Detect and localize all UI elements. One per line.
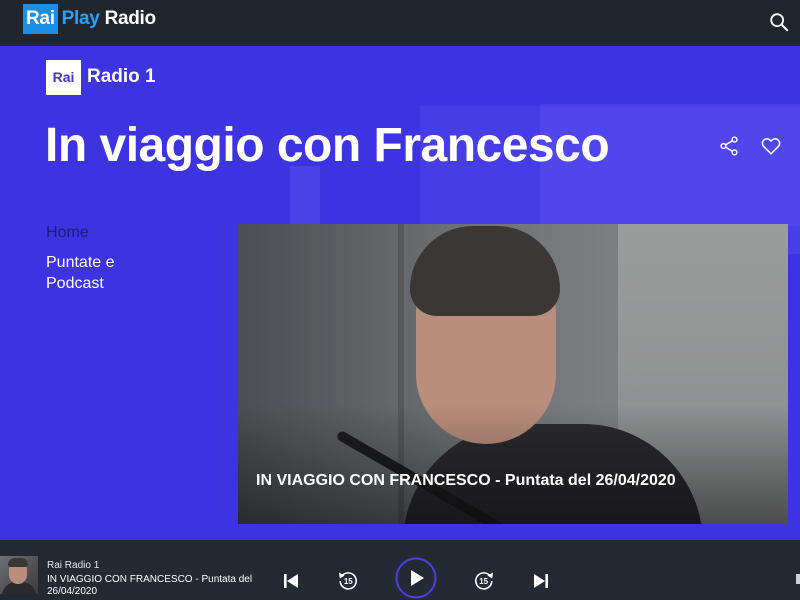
- logo-play: Play: [61, 8, 100, 29]
- side-navigation: Home Puntate e Podcast: [46, 224, 196, 294]
- nav-home[interactable]: Home: [46, 224, 196, 242]
- volume-control-edge[interactable]: [796, 574, 800, 584]
- featured-episode-card[interactable]: IN VIAGGIO CON FRANCESCO - Puntata del 2…: [238, 224, 788, 524]
- heart-icon[interactable]: [760, 135, 782, 157]
- forward-seconds: 15: [479, 577, 488, 586]
- skip-previous-icon[interactable]: [282, 572, 300, 590]
- skip-next-icon[interactable]: [532, 572, 550, 590]
- nav-puntate-podcast[interactable]: Puntate e Podcast: [46, 252, 156, 294]
- top-bar: Rai Play Radio: [0, 0, 800, 46]
- forward-15-icon[interactable]: 15: [472, 568, 496, 592]
- channel-logo-rai: Rai: [46, 59, 81, 95]
- now-playing-title: IN VIAGGIO CON FRANCESCO - Puntata del 2…: [47, 574, 253, 597]
- thumbnail-person: [8, 558, 28, 567]
- share-icon[interactable]: [718, 135, 740, 157]
- now-playing-thumbnail[interactable]: [0, 556, 38, 594]
- channel-logo-name: Radio 1: [87, 66, 156, 87]
- rewind-15-icon[interactable]: 15: [336, 568, 360, 592]
- logo-radio: Radio: [104, 8, 157, 29]
- program-hero: Rai Radio 1 In viaggio con Francesco Hom…: [0, 46, 800, 540]
- play-icon: [411, 570, 424, 586]
- channel-logo[interactable]: Rai Radio 1: [46, 59, 156, 95]
- play-button[interactable]: [395, 557, 437, 599]
- search-icon[interactable]: [768, 11, 790, 33]
- page-title: In viaggio con Francesco: [45, 119, 610, 172]
- photo-shade: [238, 404, 788, 524]
- now-playing-channel: Rai Radio 1: [47, 560, 100, 571]
- raiplay-radio-logo[interactable]: Rai Play Radio: [23, 4, 156, 34]
- rewind-seconds: 15: [344, 577, 353, 586]
- logo-rai: Rai: [23, 4, 58, 34]
- featured-episode-caption: IN VIAGGIO CON FRANCESCO - Puntata del 2…: [256, 472, 676, 489]
- photo-person: [410, 226, 560, 316]
